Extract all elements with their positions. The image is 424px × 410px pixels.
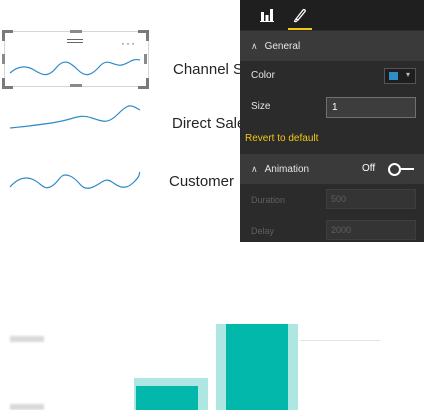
color-label: Color xyxy=(251,70,275,81)
sparkline-label: Customer xyxy=(169,173,235,190)
bar[interactable] xyxy=(136,386,198,410)
chevron-up-icon: ∧ xyxy=(251,40,258,51)
duration-label: Duration xyxy=(251,195,286,205)
sparkline-direct xyxy=(9,105,141,129)
sparkline-label: Direct Sale xyxy=(172,115,246,132)
sparkline-area xyxy=(9,58,141,189)
gridline xyxy=(300,340,380,341)
section-title: Animation xyxy=(264,163,310,175)
delay-input[interactable]: 2000 xyxy=(326,220,416,240)
size-input[interactable]: 1 xyxy=(326,97,416,118)
bar-chart-visual[interactable] xyxy=(0,300,424,410)
size-label: Size xyxy=(251,101,271,112)
sparkline-label: Channel S xyxy=(173,61,244,78)
chevron-down-icon: ▾ xyxy=(406,70,411,79)
chevron-up-icon: ∧ xyxy=(251,163,258,174)
paint-brush-icon xyxy=(293,8,306,23)
revert-to-default-link[interactable]: Revert to default xyxy=(245,133,318,144)
sparkline-channel xyxy=(9,58,141,76)
tab-fields[interactable] xyxy=(253,0,281,30)
delay-label: Delay xyxy=(251,226,275,236)
bar-chart-icon xyxy=(260,8,274,22)
toggle-state-label: Off xyxy=(362,163,376,174)
axis-label-blurred xyxy=(10,404,44,410)
color-swatch xyxy=(389,72,398,80)
sparkline-customer xyxy=(9,171,141,189)
format-pane: ∧ General Color ▾ Size 1 Revert to defau… xyxy=(240,0,424,242)
pane-tab-bar xyxy=(240,0,424,30)
tab-format[interactable] xyxy=(286,0,314,30)
axis-label-blurred xyxy=(10,336,44,342)
section-general-header[interactable]: ∧ General xyxy=(240,31,424,61)
color-picker[interactable]: ▾ xyxy=(384,68,416,84)
duration-input[interactable]: 500 xyxy=(326,189,416,209)
report-canvas: ··· Channel S Direct Sale Customer ∧ Gen… xyxy=(0,0,424,410)
bar[interactable] xyxy=(226,324,288,410)
section-title: General xyxy=(264,40,301,52)
animation-toggle[interactable] xyxy=(388,162,414,176)
